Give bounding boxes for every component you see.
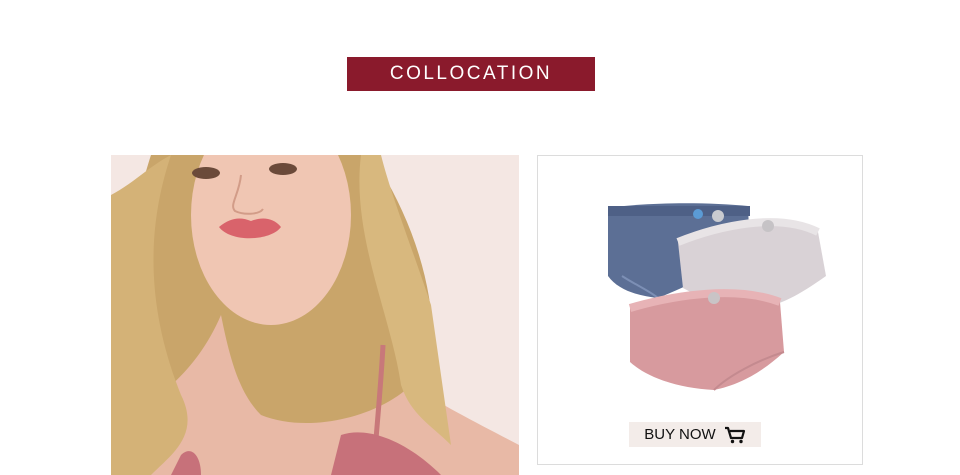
model-photo [111, 155, 519, 475]
product-image [608, 203, 826, 391]
product-card[interactable]: BUY NOW [537, 155, 863, 465]
shopping-cart-icon [724, 426, 746, 444]
section-title: COLLOCATION [389, 63, 553, 84]
buy-now-label: BUY NOW [644, 426, 716, 443]
buy-now-button[interactable]: BUY NOW [629, 422, 761, 447]
section-title-banner: COLLOCATION [347, 57, 595, 91]
model-illustration [111, 155, 519, 475]
